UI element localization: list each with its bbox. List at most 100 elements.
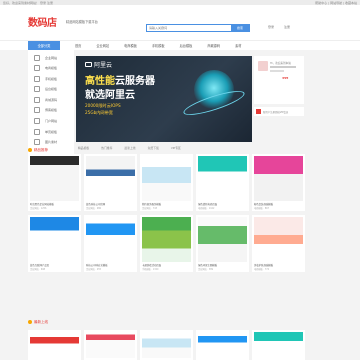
- card-meta: 企业网站 · 455: [86, 268, 102, 271]
- search-box: 搜索: [146, 24, 250, 32]
- image-icon: [34, 139, 40, 146]
- template-card[interactable]: 美妆护肤商城模板 电商模板 · 774: [252, 215, 305, 272]
- section-dot-icon: [28, 148, 32, 152]
- nav-item-mobile[interactable]: 手机模板: [152, 43, 165, 48]
- price-badge: 35¥: [282, 76, 289, 80]
- template-card[interactable]: 简约商务服务模板 企业网站 · 743: [140, 154, 193, 211]
- hero-banner[interactable]: 阿里云 高性能云服务器 就选阿里云 20000限时云IOPS 25Gb内网带宽: [76, 56, 252, 142]
- site-slogan: 精品网站模板下载平台: [66, 20, 98, 24]
- nav-item-assets[interactable]: 素材: [235, 43, 241, 48]
- template-thumbnail[interactable]: [254, 217, 303, 262]
- mini-ad[interactable]: 新用户注册即送VIP会员: [254, 107, 304, 116]
- sidebar-item[interactable]: 门户网站: [28, 117, 74, 126]
- header: 数码店 精品网站模板下载平台 搜索 登录 注册: [0, 5, 360, 40]
- search-button[interactable]: 搜索: [231, 25, 249, 31]
- sidebar-item[interactable]: 商城源码: [28, 95, 74, 104]
- card-meta: 电商模板 · 867: [254, 207, 270, 210]
- avatar[interactable]: [258, 61, 268, 71]
- user-panel: Hi，欢迎来到本站 35¥: [254, 56, 304, 104]
- register-link[interactable]: 注册: [47, 1, 53, 5]
- cloud-logo-icon: [85, 62, 92, 67]
- dashboard-icon: [34, 86, 40, 93]
- main-nav: 全部分类 首页 企业网站 电商模板 手机模板 后台模板 商城源码 素材: [0, 40, 360, 51]
- template-thumbnail[interactable]: [198, 217, 247, 262]
- nav-item-ecommerce[interactable]: 电商模板: [124, 43, 137, 48]
- portal-icon: [34, 118, 40, 125]
- sidebar-item[interactable]: 电商模板: [28, 64, 74, 73]
- template-card[interactable]: 绿色清新电商页面 电商模板 · 1102: [196, 154, 249, 211]
- section-title: 精品推荐: [28, 146, 308, 154]
- sidebar-item[interactable]: 后台模板: [28, 85, 74, 94]
- card-meta: 手机模板 · 1320: [142, 268, 159, 271]
- phone-icon: [34, 75, 40, 82]
- card-meta: 企业网站 · 986: [86, 207, 102, 210]
- card-meta: 企业网站 · 1256: [30, 207, 47, 210]
- section-title: 最新上线: [28, 318, 308, 326]
- template-thumbnail[interactable]: [198, 156, 247, 201]
- template-thumbnail[interactable]: [254, 332, 303, 358]
- latest-section: 最新上线: [28, 318, 308, 326]
- template-thumbnail[interactable]: [142, 332, 191, 358]
- welcome-text: 您好，欢迎来到素材网站！: [3, 0, 40, 5]
- template-card[interactable]: 粉色女装商城模板 电商模板 · 867: [252, 154, 305, 211]
- template-thumbnail[interactable]: [86, 217, 135, 262]
- template-card[interactable]: [140, 330, 193, 360]
- blog-icon: [34, 107, 40, 114]
- card-meta: 电商模板 · 774: [254, 268, 270, 271]
- header-register-link[interactable]: 注册: [284, 25, 290, 29]
- sidebar-item[interactable]: 企业网站: [28, 53, 74, 62]
- template-card[interactable]: [196, 330, 249, 360]
- template-thumbnail[interactable]: [198, 332, 247, 358]
- cart-icon: [34, 65, 40, 72]
- site-logo[interactable]: 数码店: [28, 19, 57, 29]
- nav-item-enterprise[interactable]: 企业网站: [96, 43, 109, 48]
- page-icon: [34, 128, 40, 135]
- building-icon: [34, 54, 40, 61]
- category-sidebar: 企业网站 电商模板 手机模板 后台模板 商城源码 博客模板 门户网站 单页模板 …: [28, 50, 74, 155]
- template-thumbnail[interactable]: [30, 156, 79, 201]
- template-thumbnail[interactable]: [142, 156, 191, 201]
- template-thumbnail[interactable]: [86, 156, 135, 201]
- template-thumbnail[interactable]: [30, 217, 79, 262]
- hero-area: 企业网站 电商模板 手机模板 后台模板 商城源码 博客模板 门户网站 单页模板 …: [0, 50, 360, 155]
- login-link[interactable]: 登录: [40, 1, 46, 5]
- template-card[interactable]: 蓝色互联网产品页 企业网站 · 698: [28, 215, 81, 272]
- card-meta: 企业网站 · 389: [198, 268, 214, 271]
- user-info-line: [270, 70, 284, 72]
- card-meta: 企业网站 · 743: [142, 207, 158, 210]
- store-icon: [34, 96, 40, 103]
- header-login-link[interactable]: 登录: [268, 25, 274, 29]
- banner-headline: 高性能云服务器: [85, 76, 155, 87]
- banner-feature-1: 20000限时云IOPS: [85, 103, 121, 108]
- template-card[interactable]: 科技公司响应式模板 企业网站 · 455: [84, 215, 137, 272]
- sidebar-item[interactable]: 单页模板: [28, 127, 74, 136]
- template-thumbnail[interactable]: [254, 156, 303, 201]
- top-links[interactable]: 帮助中心 | 网站导航 | 收藏本站: [315, 1, 357, 5]
- template-grid: 时尚黑色企业网站模板 企业网站 · 1256 蓝色科技公司官网 企业网站 · 986…: [28, 154, 308, 272]
- template-thumbnail[interactable]: [142, 217, 191, 262]
- template-thumbnail[interactable]: [30, 332, 79, 358]
- all-categories-button[interactable]: 全部分类: [28, 40, 60, 51]
- template-thumbnail[interactable]: [86, 332, 135, 358]
- card-meta: 电商模板 · 1102: [198, 207, 215, 210]
- banner-subheadline: 就选阿里云: [85, 90, 135, 101]
- nav-item-shop[interactable]: 商城源码: [207, 43, 220, 48]
- template-card[interactable]: [252, 330, 305, 360]
- sidebar-item[interactable]: 手机模板: [28, 74, 74, 83]
- template-card[interactable]: 卡通游戏活动页面 手机模板 · 1320: [140, 215, 193, 272]
- template-card[interactable]: 绿色环保主题模板 企业网站 · 389: [196, 215, 249, 272]
- latest-grid: [28, 330, 308, 360]
- template-card[interactable]: 时尚黑色企业网站模板 企业网站 · 1256: [28, 154, 81, 211]
- nav-item-home[interactable]: 首页: [75, 43, 81, 48]
- search-input[interactable]: [147, 25, 231, 31]
- sidebar-item[interactable]: 博客模板: [28, 106, 74, 115]
- section-dot-icon: [28, 320, 32, 324]
- nav-item-admin[interactable]: 后台模板: [180, 43, 193, 48]
- promo-icon: [256, 109, 261, 114]
- user-info-line: [270, 66, 296, 68]
- template-card[interactable]: [84, 330, 137, 360]
- template-card[interactable]: [28, 330, 81, 360]
- banner-feature-2: 25Gb内网带宽: [85, 110, 113, 115]
- banner-brand: 阿里云: [85, 60, 112, 69]
- template-card[interactable]: 蓝色科技公司官网 企业网站 · 986: [84, 154, 137, 211]
